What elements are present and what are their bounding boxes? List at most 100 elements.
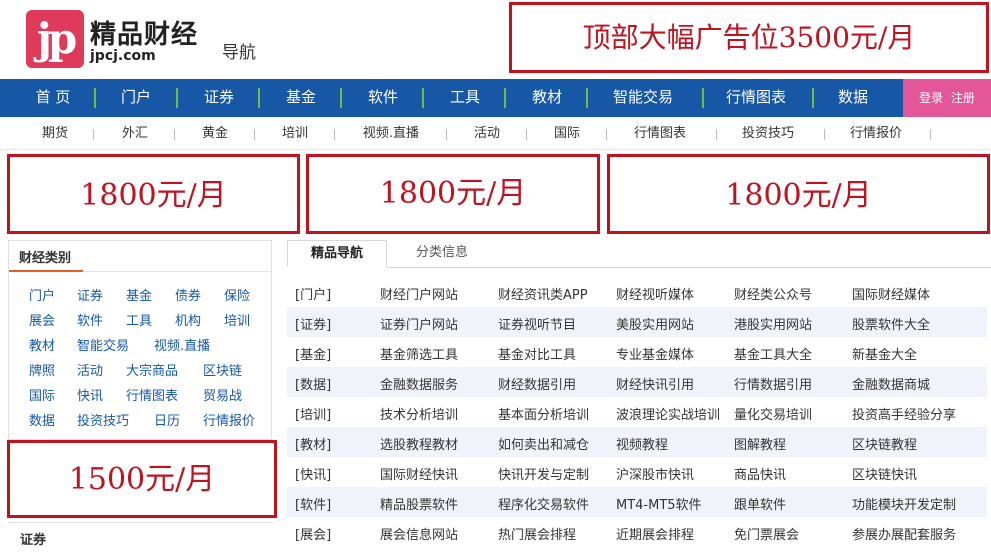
link-item[interactable]: 金融数据服务 [380, 374, 458, 393]
link-item[interactable]: 快讯开发与定制 [498, 464, 589, 483]
link-item[interactable]: 基本面分析培训 [498, 404, 589, 423]
link-item[interactable]: 基金筛选工具 [380, 344, 458, 363]
main-nav-textbooks[interactable]: 教材 [510, 79, 584, 117]
link-item[interactable]: 投资高手经验分享 [852, 404, 956, 423]
link-item[interactable]: 财经类公众号 [734, 284, 812, 303]
row-category[interactable]: [展会] [295, 524, 331, 543]
main-nav-quote-charts[interactable]: 行情图表 [708, 79, 804, 117]
row-category[interactable]: [软件] [295, 494, 331, 513]
link-item[interactable]: 美股实用网站 [616, 314, 694, 333]
link-item[interactable]: 专业基金媒体 [616, 344, 694, 363]
category-item[interactable]: 区块链 [203, 360, 242, 379]
link-item[interactable]: 股票软件大全 [852, 314, 930, 333]
category-item[interactable]: 大宗商品 [126, 360, 178, 379]
link-item[interactable]: 新基金大全 [852, 344, 917, 363]
category-item[interactable]: 牌照 [29, 360, 55, 379]
link-item[interactable]: 如何卖出和减仓 [498, 434, 589, 453]
link-item[interactable]: 图解教程 [734, 434, 786, 453]
row-category[interactable]: [门户] [295, 284, 331, 303]
link-item[interactable]: 证券视听节目 [498, 314, 576, 333]
main-nav-home[interactable]: 首 页 [18, 79, 88, 117]
sub-nav-training[interactable]: 培训 [260, 118, 330, 150]
category-item[interactable]: 工具 [126, 310, 152, 329]
top-ad-banner[interactable]: 顶部大幅广告位3500元/月 [509, 2, 989, 73]
category-item[interactable]: 活动 [77, 360, 103, 379]
ad-slot-d[interactable]: 1500元/月 [7, 440, 277, 518]
main-nav-securities[interactable]: 证券 [182, 79, 256, 117]
row-category[interactable]: [教材] [295, 434, 331, 453]
category-item[interactable]: 贸易战 [203, 385, 242, 404]
category-item[interactable]: 保险 [224, 285, 250, 304]
link-item[interactable]: 技术分析培训 [380, 404, 458, 423]
row-category[interactable]: [基金] [295, 344, 331, 363]
sub-nav-international[interactable]: 国际 [532, 118, 602, 150]
sub-nav-events[interactable]: 活动 [452, 118, 522, 150]
link-item[interactable]: 免门票展会 [734, 524, 799, 543]
link-item[interactable]: 商品快讯 [734, 464, 786, 483]
link-item[interactable]: 展会信息网站 [380, 524, 458, 543]
category-item[interactable]: 机构 [175, 310, 201, 329]
category-item[interactable]: 培训 [224, 310, 250, 329]
ad-slot-c[interactable]: 1800元/月 [607, 154, 990, 234]
link-item[interactable]: 沪深股市快讯 [616, 464, 694, 483]
category-item[interactable]: 投资技巧 [77, 410, 129, 429]
link-item[interactable]: 证券门户网站 [380, 314, 458, 333]
row-category[interactable]: [培训] [295, 404, 331, 423]
category-item[interactable]: 展会 [29, 310, 55, 329]
link-item[interactable]: 行情数据引用 [734, 374, 812, 393]
site-logo[interactable]: jp 精品财经 jpcj.com [26, 10, 206, 68]
link-item[interactable]: 精品股票软件 [380, 494, 458, 513]
category-item[interactable]: 软件 [77, 310, 103, 329]
category-item[interactable]: 日历 [154, 410, 180, 429]
category-item[interactable]: 数据 [29, 410, 55, 429]
tab-classified-info[interactable]: 分类信息 [397, 240, 487, 268]
main-nav-smart-trading[interactable]: 智能交易 [592, 79, 694, 117]
category-item[interactable]: 国际 [29, 385, 55, 404]
sub-nav-investment-tips[interactable]: 投资技巧 [722, 118, 814, 150]
main-nav-funds[interactable]: 基金 [264, 79, 338, 117]
link-item[interactable]: 跟单软件 [734, 494, 786, 513]
link-item[interactable]: 功能模块开发定制 [852, 494, 956, 513]
category-item[interactable]: 行情报价 [203, 410, 255, 429]
sub-nav-gold[interactable]: 黄金 [180, 118, 250, 150]
link-item[interactable]: 波浪理论实战培训 [616, 404, 720, 423]
sub-nav-forex[interactable]: 外汇 [100, 118, 170, 150]
link-item[interactable]: 参展办展配套服务 [852, 524, 956, 543]
category-item[interactable]: 证券 [77, 285, 103, 304]
row-category[interactable]: [数据] [295, 374, 331, 393]
main-nav-data[interactable]: 数据 [818, 79, 888, 117]
link-item[interactable]: 区块链教程 [852, 434, 917, 453]
link-item[interactable]: 近期展会排程 [616, 524, 694, 543]
link-item[interactable]: MT4-MT5软件 [616, 494, 702, 513]
tab-featured-nav[interactable]: 精品导航 [287, 240, 387, 268]
sub-nav-futures[interactable]: 期货 [20, 118, 90, 150]
link-item[interactable]: 程序化交易软件 [498, 494, 589, 513]
row-category[interactable]: [证券] [295, 314, 331, 333]
link-item[interactable]: 财经快讯引用 [616, 374, 694, 393]
login-link[interactable]: 登录 [919, 91, 943, 105]
category-item[interactable]: 基金 [126, 285, 152, 304]
link-item[interactable]: 港股实用网站 [734, 314, 812, 333]
main-nav-software[interactable]: 软件 [346, 79, 420, 117]
category-item[interactable]: 智能交易 [77, 335, 129, 354]
category-item[interactable]: 门户 [29, 285, 55, 304]
category-item[interactable]: 视频.直播 [154, 335, 210, 354]
main-nav-portal[interactable]: 门户 [100, 79, 172, 117]
link-item[interactable]: 区块链快讯 [852, 464, 917, 483]
link-item[interactable]: 财经门户网站 [380, 284, 458, 303]
category-item[interactable]: 教材 [29, 335, 55, 354]
sub-nav-quotes[interactable]: 行情报价 [830, 118, 922, 150]
category-item[interactable]: 快讯 [77, 385, 103, 404]
ad-slot-a[interactable]: 1800元/月 [7, 154, 300, 234]
category-item[interactable]: 行情图表 [126, 385, 178, 404]
ad-slot-b[interactable]: 1800元/月 [306, 154, 600, 234]
link-item[interactable]: 国际财经快讯 [380, 464, 458, 483]
link-item[interactable]: 选股教程教材 [380, 434, 458, 453]
link-item[interactable]: 金融数据商城 [852, 374, 930, 393]
link-item[interactable]: 财经视听媒体 [616, 284, 694, 303]
row-category[interactable]: [快讯] [295, 464, 331, 483]
main-nav-tools[interactable]: 工具 [428, 79, 502, 117]
link-item[interactable]: 财经资讯类APP [498, 284, 588, 303]
sub-nav-video-live[interactable]: 视频.直播 [346, 118, 436, 150]
link-item[interactable]: 基金对比工具 [498, 344, 576, 363]
